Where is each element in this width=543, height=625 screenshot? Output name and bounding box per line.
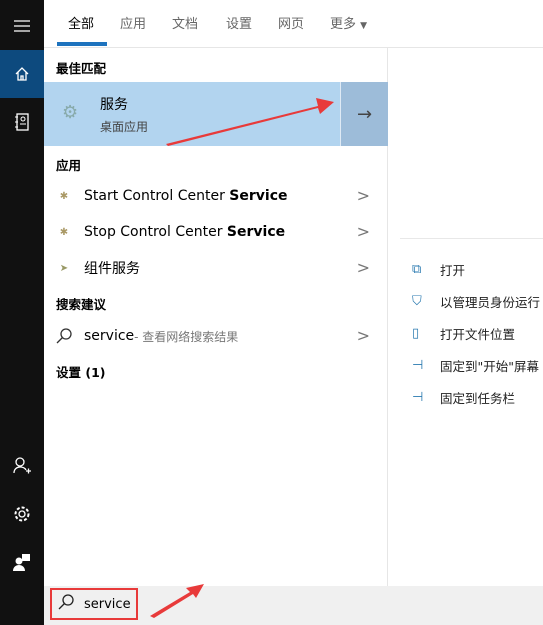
tab-apps[interactable]: 应用 — [120, 13, 146, 32]
item-label: Start Control Center Service — [84, 188, 287, 204]
best-match-subtitle: 桌面应用 — [100, 120, 149, 134]
section-best-match: 最佳匹配 — [56, 61, 107, 76]
notebook-icon[interactable] — [0, 98, 44, 146]
action-open[interactable]: ⧉ 打开 — [412, 260, 465, 279]
results-list: 最佳匹配 ⚙ 服务 桌面应用 → 应用 ✱ Start Control Cente… — [44, 48, 388, 586]
best-match-item[interactable]: ⚙ 服务 桌面应用 → — [44, 82, 388, 146]
tab-indicator — [57, 42, 107, 46]
search-icon — [44, 328, 84, 344]
action-open-file-location[interactable]: ▯ 打开文件位置 — [412, 324, 515, 343]
file-location-icon: ▯ — [412, 326, 420, 341]
suggestion-hint: - 查看网络搜索结果 — [134, 329, 239, 344]
search-bar: service — [44, 586, 543, 625]
action-label: 打开文件位置 — [440, 327, 516, 342]
caret-down-icon: ▼ — [360, 21, 368, 31]
item-label: 组件服务 — [84, 261, 140, 277]
tab-web[interactable]: 网页 — [278, 13, 304, 32]
section-settings[interactable]: 设置 (1) — [56, 362, 105, 381]
feedback-icon[interactable] — [0, 538, 44, 586]
menu-icon[interactable] — [0, 2, 44, 50]
settings-icon[interactable] — [0, 490, 44, 538]
item-match: Service — [229, 188, 288, 204]
home-icon[interactable] — [0, 50, 44, 98]
tab-more-label: 更多 — [330, 17, 357, 32]
filter-tabs: 全部 应用 文档 设置 网页 更多 ▼ — [44, 0, 543, 48]
component-services-icon: ➤ — [59, 262, 69, 274]
list-item[interactable]: ✱ Start Control Center Service > — [44, 178, 388, 214]
best-match-title: 服务 — [100, 97, 128, 113]
pin-icon: ⊣ — [412, 358, 424, 373]
tab-settings[interactable]: 设置 — [226, 13, 252, 32]
list-item[interactable]: ✱ Stop Control Center Service > — [44, 214, 388, 250]
item-text: Stop Control Center — [84, 224, 227, 240]
open-icon: ⧉ — [412, 262, 422, 277]
action-label: 固定到"开始"屏幕 — [440, 359, 539, 374]
action-label: 固定到任务栏 — [440, 391, 516, 406]
app-icon: ✱ — [59, 190, 69, 202]
action-label: 以管理员身份运行 — [440, 295, 541, 310]
chevron-right-icon[interactable]: > — [357, 186, 370, 205]
action-run-as-admin[interactable]: ⛉ 以管理员身份运行 — [412, 292, 540, 311]
add-user-icon[interactable] — [0, 442, 44, 490]
suggestion-query: service — [84, 328, 135, 344]
action-pin-start[interactable]: ⊣ 固定到"开始"屏幕 — [412, 356, 539, 375]
chevron-right-icon[interactable]: > — [357, 326, 370, 345]
services-gear-icon: ⚙ — [62, 102, 79, 123]
search-icon — [58, 594, 74, 614]
action-label: 打开 — [440, 263, 466, 278]
action-pin-taskbar[interactable]: ⊣ 固定到任务栏 — [412, 388, 515, 407]
search-value: service — [84, 596, 131, 612]
search-input[interactable]: service — [50, 588, 138, 620]
tab-more[interactable]: 更多 ▼ — [330, 13, 367, 32]
pin-icon: ⊣ — [412, 390, 424, 405]
preview-pane: ⧉ 打开 ⛉ 以管理员身份运行 ▯ 打开文件位置 ⊣ 固定到"开始"屏幕 ⊣ 固定到任务栏 — [388, 48, 543, 586]
divider — [400, 238, 543, 239]
tab-documents[interactable]: 文档 — [172, 13, 198, 32]
chevron-right-icon[interactable]: > — [357, 258, 370, 277]
arrow-right-icon: → — [356, 103, 373, 125]
item-text: Start Control Center — [84, 188, 230, 204]
list-item[interactable]: ➤ 组件服务 > — [44, 250, 388, 286]
item-label: Stop Control Center Service — [84, 224, 285, 240]
section-suggestions: 搜索建议 — [56, 297, 107, 312]
sidebar — [0, 0, 44, 625]
shield-icon: ⛉ — [412, 294, 422, 309]
item-match: Service — [226, 224, 286, 240]
chevron-right-icon[interactable]: > — [357, 222, 370, 241]
tab-all[interactable]: 全部 — [68, 13, 94, 32]
section-apps: 应用 — [56, 158, 82, 173]
app-icon: ✱ — [59, 226, 69, 238]
suggestion-item[interactable]: service - 查看网络搜索结果 > — [44, 318, 388, 354]
expand-arrow-button[interactable]: → — [340, 82, 388, 146]
